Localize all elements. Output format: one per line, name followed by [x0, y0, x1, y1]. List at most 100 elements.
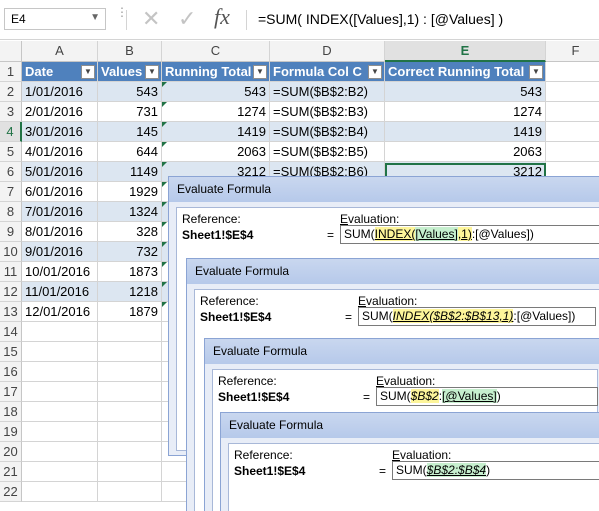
dialog-title[interactable]: Evaluate Formula: [229, 418, 323, 432]
table-cell[interactable]: 1324: [98, 202, 162, 222]
cell[interactable]: [98, 382, 162, 402]
row-header-11[interactable]: 11: [0, 262, 22, 282]
table-cell[interactable]: 543: [98, 82, 162, 102]
table-cell[interactable]: 1929: [98, 182, 162, 202]
row-header-15[interactable]: 15: [0, 342, 22, 362]
table-cell[interactable]: 1873: [98, 262, 162, 282]
column-header-c[interactable]: C: [162, 41, 270, 62]
table-cell[interactable]: =SUM($B$2:B3): [270, 102, 385, 122]
enter-icon[interactable]: ✓: [178, 6, 196, 32]
cell[interactable]: [22, 402, 98, 422]
table-cell[interactable]: 2063: [385, 142, 546, 162]
row-header-13[interactable]: 13: [0, 302, 22, 322]
table-cell[interactable]: 12/01/2016: [22, 302, 98, 322]
row-header-17[interactable]: 17: [0, 382, 22, 402]
table-header-cell[interactable]: Running Total ▼: [162, 62, 270, 82]
cell[interactable]: [22, 382, 98, 402]
table-cell[interactable]: 10/01/2016: [22, 262, 98, 282]
dialog-title[interactable]: Evaluate Formula: [195, 264, 289, 278]
cell[interactable]: [98, 402, 162, 422]
evaluation-box[interactable]: SUM(INDEX([Values],1):[@Values]): [340, 225, 599, 244]
table-cell[interactable]: 1274: [162, 102, 270, 122]
table-cell[interactable]: =SUM($B$2:B2): [270, 82, 385, 102]
table-cell[interactable]: 5/01/2016: [22, 162, 98, 182]
formula-input[interactable]: =SUM( INDEX([Values],1) : [@Values] ): [258, 11, 503, 27]
row-header-1[interactable]: 1: [0, 62, 22, 82]
table-cell[interactable]: 9/01/2016: [22, 242, 98, 262]
table-cell[interactable]: 8/01/2016: [22, 222, 98, 242]
cell[interactable]: [98, 442, 162, 462]
table-cell[interactable]: 4/01/2016: [22, 142, 98, 162]
row-header-4[interactable]: 4: [0, 122, 22, 142]
filter-dropdown-icon[interactable]: ▼: [81, 65, 95, 79]
cell[interactable]: [98, 482, 162, 502]
filter-dropdown-icon[interactable]: ▼: [529, 65, 543, 79]
table-header-cell[interactable]: Formula Col C ▼: [270, 62, 385, 82]
dialog-title[interactable]: Evaluate Formula: [213, 344, 307, 358]
table-header-cell[interactable]: Values ▼: [98, 62, 162, 82]
table-cell[interactable]: 1419: [162, 122, 270, 142]
row-header-7[interactable]: 7: [0, 182, 22, 202]
cell[interactable]: [22, 422, 98, 442]
table-cell[interactable]: 732: [98, 242, 162, 262]
table-cell[interactable]: 1/01/2016: [22, 82, 98, 102]
cell[interactable]: [22, 342, 98, 362]
column-header-a[interactable]: A: [22, 41, 98, 62]
row-header-8[interactable]: 8: [0, 202, 22, 222]
cell[interactable]: [22, 462, 98, 482]
table-cell[interactable]: 543: [162, 82, 270, 102]
table-cell[interactable]: 1218: [98, 282, 162, 302]
chevron-down-icon[interactable]: ▼: [90, 12, 100, 23]
filter-dropdown-icon[interactable]: ▼: [253, 65, 267, 79]
table-header-cell[interactable]: Date ▼: [22, 62, 98, 82]
table-cell[interactable]: =SUM($B$2:B4): [270, 122, 385, 142]
cell[interactable]: [546, 122, 599, 142]
cell[interactable]: [22, 442, 98, 462]
evaluation-box[interactable]: SUM($B$2:[@Values]): [376, 387, 598, 406]
table-cell[interactable]: 3/01/2016: [22, 122, 98, 142]
table-cell[interactable]: 7/01/2016: [22, 202, 98, 222]
cell[interactable]: [22, 362, 98, 382]
table-cell[interactable]: 1149: [98, 162, 162, 182]
cell[interactable]: [22, 322, 98, 342]
cell[interactable]: [546, 102, 599, 122]
insert-function-icon[interactable]: fx: [214, 4, 230, 30]
table-cell[interactable]: 145: [98, 122, 162, 142]
table-cell[interactable]: 11/01/2016: [22, 282, 98, 302]
cell[interactable]: [546, 62, 599, 82]
filter-dropdown-icon[interactable]: ▼: [368, 65, 382, 79]
table-cell[interactable]: 328: [98, 222, 162, 242]
column-header-d[interactable]: D: [270, 41, 385, 62]
cell[interactable]: [98, 422, 162, 442]
table-cell[interactable]: =SUM($B$2:B5): [270, 142, 385, 162]
cell[interactable]: [546, 82, 599, 102]
dialog-title[interactable]: Evaluate Formula: [177, 182, 271, 196]
name-box[interactable]: E4 ▼: [4, 8, 106, 30]
row-header-16[interactable]: 16: [0, 362, 22, 382]
cancel-icon[interactable]: ✕: [142, 6, 160, 32]
row-header-10[interactable]: 10: [0, 242, 22, 262]
column-header-b[interactable]: B: [98, 41, 162, 62]
row-header-14[interactable]: 14: [0, 322, 22, 342]
table-cell[interactable]: 1274: [385, 102, 546, 122]
row-header-22[interactable]: 22: [0, 482, 22, 502]
row-header-21[interactable]: 21: [0, 462, 22, 482]
filter-dropdown-icon[interactable]: ▼: [145, 65, 159, 79]
cell[interactable]: [546, 142, 599, 162]
cell[interactable]: [98, 462, 162, 482]
drag-handle-icon[interactable]: ⋮: [116, 6, 128, 18]
cell[interactable]: [98, 362, 162, 382]
row-header-12[interactable]: 12: [0, 282, 22, 302]
select-all-corner[interactable]: [0, 41, 22, 62]
row-header-6[interactable]: 6: [0, 162, 22, 182]
cell[interactable]: [98, 322, 162, 342]
row-header-9[interactable]: 9: [0, 222, 22, 242]
table-cell[interactable]: 2063: [162, 142, 270, 162]
evaluation-box[interactable]: SUM($B$2:$B$4): [392, 461, 599, 480]
evaluation-box[interactable]: SUM(INDEX($B$2:$B$13,1):[@Values]): [358, 307, 596, 326]
cell[interactable]: [22, 482, 98, 502]
table-cell[interactable]: 731: [98, 102, 162, 122]
table-cell[interactable]: 1879: [98, 302, 162, 322]
table-cell[interactable]: 644: [98, 142, 162, 162]
row-header-18[interactable]: 18: [0, 402, 22, 422]
